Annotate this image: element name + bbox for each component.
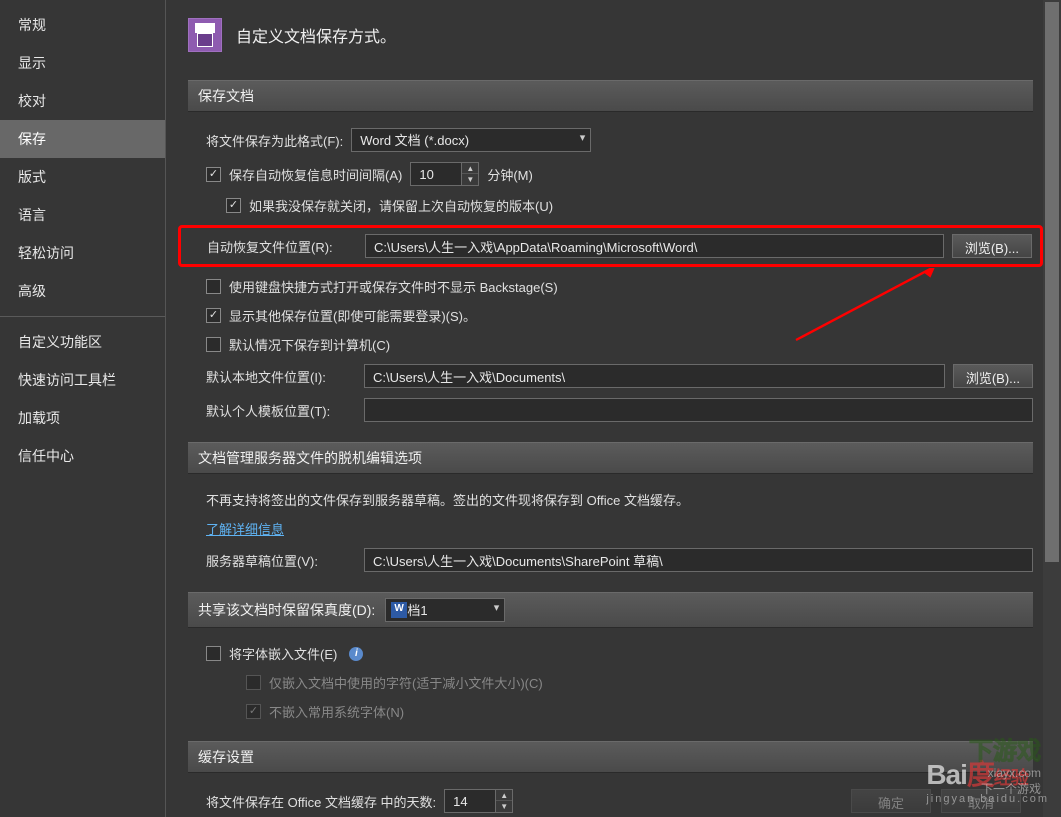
embed-fonts-label: 将字体嵌入文件(E): [229, 644, 337, 663]
keep-last-autosave-checkbox[interactable]: [226, 198, 241, 213]
sidebar-item-trust-center[interactable]: 信任中心: [0, 437, 165, 475]
sidebar-item-save[interactable]: 保存: [0, 120, 165, 158]
highlighted-autorecover-row: 自动恢复文件位置(R): 浏览(B)...: [178, 225, 1043, 267]
embed-used-label: 仅嵌入文档中使用的字符(适于减小文件大小)(C): [269, 673, 543, 692]
embed-used-chars-checkbox: [246, 675, 261, 690]
embed-fonts-checkbox[interactable]: [206, 646, 221, 661]
backstage-checkbox[interactable]: [206, 279, 221, 294]
default-location-label: 默认本地文件位置(I):: [206, 367, 356, 386]
section-offline-editing: 文档管理服务器文件的脱机编辑选项: [188, 442, 1033, 474]
info-icon[interactable]: i: [349, 647, 363, 661]
autorecover-path-input[interactable]: [365, 234, 944, 258]
minutes-label: 分钟(M): [487, 165, 533, 184]
no-system-fonts-checkbox: [246, 704, 261, 719]
cache-days-input[interactable]: [444, 789, 496, 813]
cache-days-label: 将文件保存在 Office 文档缓存 中的天数:: [206, 792, 436, 811]
autorecover-location-label: 自动恢复文件位置(R):: [207, 237, 357, 256]
sidebar-item-customize-ribbon[interactable]: 自定义功能区: [0, 323, 165, 361]
sidebar-item-display[interactable]: 显示: [0, 44, 165, 82]
autosave-interval-input[interactable]: [410, 162, 462, 186]
sidebar-item-ease[interactable]: 轻松访问: [0, 234, 165, 272]
browse-default-button[interactable]: 浏览(B)...: [953, 364, 1033, 388]
template-path-input[interactable]: [364, 398, 1033, 422]
no-system-fonts-label: 不嵌入常用系统字体(N): [269, 702, 404, 721]
section-cache: 缓存设置: [188, 741, 1033, 773]
template-location-label: 默认个人模板位置(T):: [206, 401, 356, 420]
scrollbar-thumb[interactable]: [1045, 2, 1059, 562]
file-format-select[interactable]: Word 文档 (*.docx): [351, 128, 591, 152]
dialog-buttons: 确定 取消: [851, 789, 1021, 813]
default-path-input[interactable]: [364, 364, 945, 388]
sidebar-item-language[interactable]: 语言: [0, 196, 165, 234]
save-computer-checkbox[interactable]: [206, 337, 221, 352]
section-share-fidelity: 共享该文档时保留保真度(D): 文档1: [188, 592, 1033, 628]
format-label: 将文件保存为此格式(F):: [206, 131, 343, 150]
sidebar-item-proofing[interactable]: 校对: [0, 82, 165, 120]
section-save-documents: 保存文档: [188, 80, 1033, 112]
cancel-button[interactable]: 取消: [941, 789, 1021, 813]
save-computer-label: 默认情况下保存到计算机(C): [229, 335, 390, 354]
save-disk-icon: [188, 18, 222, 52]
cache-days-spinner[interactable]: ▲▼: [496, 789, 513, 813]
main-panel: 自定义文档保存方式。 保存文档 将文件保存为此格式(F): Word 文档 (*…: [166, 0, 1061, 817]
learn-more-link[interactable]: 了解详细信息: [206, 519, 284, 538]
browse-autorecover-button[interactable]: 浏览(B)...: [952, 234, 1032, 258]
word-doc-icon: [391, 602, 407, 618]
keep-last-label: 如果我没保存就关闭，请保留上次自动恢复的版本(U): [249, 196, 553, 215]
options-sidebar: 常规 显示 校对 保存 版式 语言 轻松访问 高级 自定义功能区 快速访问工具栏…: [0, 0, 166, 817]
show-other-locations-checkbox[interactable]: [206, 308, 221, 323]
interval-spinner[interactable]: ▲▼: [462, 162, 479, 186]
sidebar-item-quick-access[interactable]: 快速访问工具栏: [0, 361, 165, 399]
sidebar-item-addins[interactable]: 加载项: [0, 399, 165, 437]
draft-location-label: 服务器草稿位置(V):: [206, 551, 356, 570]
backstage-label: 使用键盘快捷方式打开或保存文件时不显示 Backstage(S): [229, 277, 558, 296]
sidebar-item-general[interactable]: 常规: [0, 6, 165, 44]
draft-path-input[interactable]: [364, 548, 1033, 572]
ok-button[interactable]: 确定: [851, 789, 931, 813]
page-title: 自定义文档保存方式。: [236, 23, 396, 47]
show-other-label: 显示其他保存位置(即使可能需要登录)(S)。: [229, 306, 476, 325]
autosave-label: 保存自动恢复信息时间间隔(A): [229, 165, 402, 184]
vertical-scrollbar[interactable]: [1043, 0, 1061, 817]
sidebar-item-layout[interactable]: 版式: [0, 158, 165, 196]
autosave-checkbox[interactable]: [206, 167, 221, 182]
sidebar-item-advanced[interactable]: 高级: [0, 272, 165, 310]
offline-info-text: 不再支持将签出的文件保存到服务器草稿。签出的文件现将保存到 Office 文档缓…: [206, 490, 689, 509]
sidebar-divider: [0, 316, 165, 317]
